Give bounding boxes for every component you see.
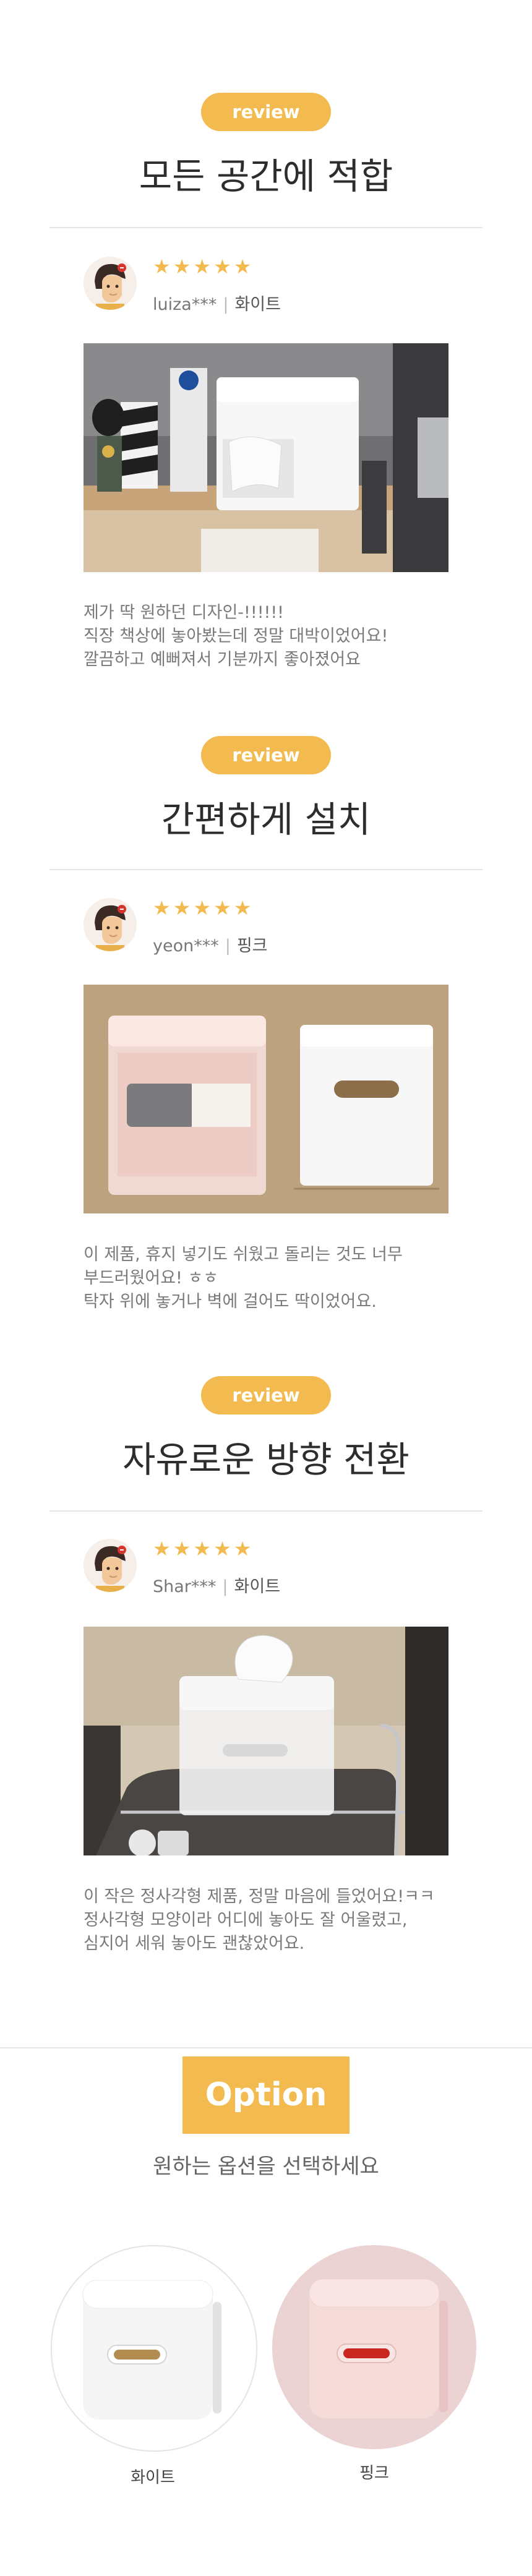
cart-photo-image (84, 1627, 448, 1855)
review-photo-1 (84, 343, 448, 572)
avatar-face-icon (84, 898, 137, 951)
avatar-face-icon (84, 257, 137, 310)
review-badge-2: review (201, 736, 331, 774)
rating-stars: ★★★★★ (153, 1537, 254, 1560)
rating-stars: ★★★★★ (153, 255, 254, 278)
heading-divider-1 (49, 227, 483, 228)
white-holder-image (82, 2280, 221, 2420)
holder-photo-image (84, 985, 448, 1213)
review-meta-1: luiza*** | 화이트 (153, 291, 281, 315)
review-meta-2: yeon*** | 핑크 (153, 932, 268, 956)
option-subtitle: 원하는 옵션을 선택하세요 (153, 2154, 379, 2179)
avatar (84, 257, 137, 310)
option-label-pink: 핑크 (359, 2464, 389, 2483)
review-photo-2 (84, 985, 448, 1213)
avatar (84, 1539, 137, 1592)
option-divider (0, 2047, 532, 2048)
review-heading-2: 간편하게 설치 (161, 798, 371, 841)
review-badge-3: review (201, 1376, 331, 1414)
rating-stars: ★★★★★ (153, 896, 254, 920)
review-body-2: 이 제품, 휴지 넣기도 쉬웠고 돌리는 것도 너무 부드러웠어요! ㅎㅎ 탁자… (84, 1245, 403, 1311)
avatar-face-icon (84, 1539, 137, 1592)
review-meta-3: Shar*** | 화이트 (153, 1573, 280, 1597)
review-heading-3: 자유로운 방향 전환 (122, 1439, 410, 1481)
reviewer-name: yeon*** (153, 936, 219, 956)
review-photo-3 (84, 1627, 448, 1855)
option-pink[interactable] (272, 2245, 476, 2449)
option-title: Option (182, 2056, 350, 2134)
review-body-1: 제가 딱 원하던 디자인-!!!!!! 직장 책상에 놓아봤는데 정말 대박이었… (84, 603, 388, 669)
desk-photo-image (84, 343, 448, 572)
avatar (84, 898, 137, 951)
option-label-white: 화이트 (131, 2468, 175, 2487)
review-heading-1: 모든 공간에 적합 (139, 155, 393, 197)
purchased-option: 핑크 (236, 936, 268, 956)
meta-separator: | (225, 936, 231, 956)
purchased-option: 화이트 (234, 1577, 281, 1596)
pink-holder-image (309, 2279, 448, 2418)
meta-separator: | (223, 295, 229, 314)
review-badge-1: review (201, 93, 331, 131)
option-white[interactable] (51, 2245, 257, 2452)
reviewer-name: Shar*** (153, 1577, 217, 1596)
heading-divider-3 (49, 1510, 483, 1512)
review-body-3: 이 작은 정사각형 제품, 정말 마음에 들었어요!ㅋㅋ 정사각형 모양이라 어… (84, 1887, 435, 1953)
heading-divider-2 (49, 869, 483, 870)
reviewer-name: luiza*** (153, 295, 217, 314)
purchased-option: 화이트 (234, 295, 281, 314)
meta-separator: | (222, 1577, 228, 1596)
